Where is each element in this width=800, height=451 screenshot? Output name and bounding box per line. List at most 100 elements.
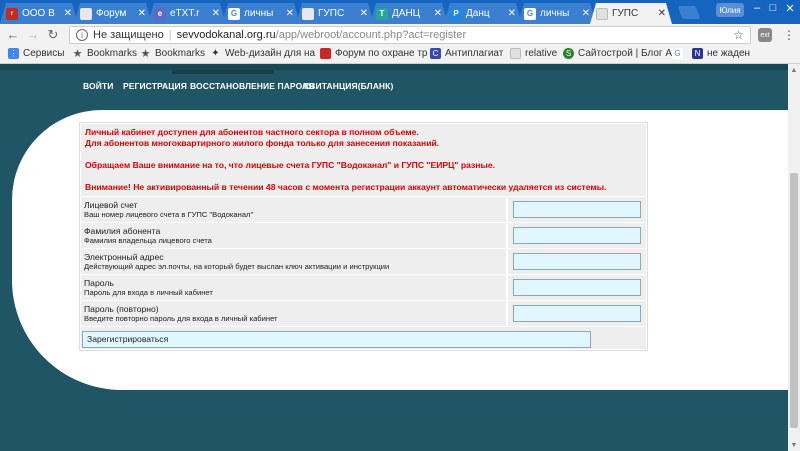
close-icon[interactable]: ✕ xyxy=(212,8,220,19)
close-icon[interactable]: ✕ xyxy=(658,8,666,19)
scrollbar-thumb[interactable] xyxy=(790,173,798,428)
tab-5[interactable]: ГУПС ✕ xyxy=(296,3,374,24)
page-icon xyxy=(320,48,331,59)
tab-6[interactable]: T ДАНЦ ✕ xyxy=(370,3,448,24)
nav-receipt-link[interactable]: КВИТАНЦИЯ(БЛАНК) xyxy=(304,81,393,91)
top-strip xyxy=(0,64,788,70)
reload-icon[interactable]: ↻ xyxy=(44,27,62,43)
bookmark-ne-zhaden[interactable]: N не жаден xyxy=(692,48,750,59)
p-icon: P xyxy=(450,8,462,20)
star-icon: ★ xyxy=(140,48,151,60)
bookmark-relative[interactable]: relative xyxy=(510,48,557,59)
close-icon[interactable]: ✕ xyxy=(64,8,72,19)
notice-block: Личный кабинет доступен для абонентов ча… xyxy=(81,124,646,196)
extension-icon[interactable]: ext xyxy=(758,28,772,42)
registration-form: Личный кабинет доступен для абонентов ча… xyxy=(79,122,648,351)
bookmark-google[interactable]: G xyxy=(672,48,687,59)
field-label: Лицевой счет xyxy=(84,200,138,210)
field-label: Электронный адрес xyxy=(84,252,164,262)
s-icon: S xyxy=(563,48,574,59)
page-content: ВОЙТИ РЕГИСТРАЦИЯ ВОССТАНОВЛЕНИЕ ПАРОЛЯ … xyxy=(0,64,788,451)
menu-dots-icon[interactable]: ⋮ xyxy=(783,28,795,42)
field-hint: Фамилия владельца лицевого счета xyxy=(84,236,212,245)
nav-register-link[interactable]: РЕГИСТРАЦИЯ xyxy=(123,81,187,91)
scroll-down-icon[interactable]: ▼ xyxy=(788,439,800,451)
field-label: Фамилия абонента xyxy=(84,226,161,236)
page-icon xyxy=(80,8,92,20)
nav-restore-password-link[interactable]: ВОССТАНОВЛЕНИЕ ПАРОЛЯ xyxy=(190,81,314,91)
bookmark-star-icon[interactable]: ☆ xyxy=(733,28,744,42)
info-icon[interactable]: i xyxy=(76,29,88,41)
field-hint: Ваш номер лицевого счета в ГУПС "Водокан… xyxy=(84,210,254,219)
notice-line-4: Внимание! Не активированный в течении 48… xyxy=(85,182,607,192)
close-window-icon[interactable]: ✕ xyxy=(781,2,799,15)
tab-4[interactable]: G личны ✕ xyxy=(222,3,300,24)
google-icon: G xyxy=(524,8,536,20)
new-tab-button[interactable] xyxy=(677,6,701,19)
user-profile-button[interactable]: Юлия xyxy=(716,3,744,17)
tab-9-active[interactable]: ГУПС ✕ xyxy=(590,3,672,24)
star-icon: ★ xyxy=(72,48,83,60)
register-button[interactable]: Зарегистрироваться xyxy=(82,330,591,348)
close-icon[interactable]: ✕ xyxy=(138,8,146,19)
surname-input[interactable] xyxy=(513,227,641,244)
field-hint: Пароль для входа в личный кабинет xyxy=(84,288,213,297)
address-bar[interactable]: i Не защищено | sevvodokanal.org.ru /app… xyxy=(69,26,751,44)
field-hint: Действующий адрес эл.почты, на который б… xyxy=(84,262,390,271)
page-icon xyxy=(302,8,314,20)
forward-arrow-icon[interactable]: → xyxy=(24,27,42,42)
t-icon: T xyxy=(376,8,388,20)
n-icon: N xyxy=(692,48,703,59)
bookmark-antiplagiat[interactable]: C Антиплагиат xyxy=(430,48,503,59)
email-input[interactable] xyxy=(513,253,641,270)
account-number-input[interactable] xyxy=(513,201,641,218)
etxt-icon: e xyxy=(154,8,166,20)
apps-icon: ⋮ xyxy=(8,48,19,59)
security-status: Не защищено xyxy=(93,29,164,41)
nav-login-link[interactable]: ВОЙТИ xyxy=(83,81,113,91)
bookmarks-bar: ⋮ Сервисы ★ Bookmarks ★ Bookmarks ✦ Web-… xyxy=(0,46,800,64)
url-path: /app/webroot/account.php?act=register xyxy=(275,29,467,41)
field-label: Пароль (повторно) xyxy=(84,304,159,314)
close-icon[interactable]: ✕ xyxy=(286,8,294,19)
field-hint: Введите повторно пароль для входа в личн… xyxy=(84,314,278,323)
bookmark-bookmarks-2[interactable]: ★ Bookmarks xyxy=(140,48,205,60)
tab-7[interactable]: P Данц ✕ xyxy=(444,3,522,24)
browser-toolbar: ← → ↻ i Не защищено | sevvodokanal.org.r… xyxy=(0,24,800,46)
tab-1[interactable]: r ООО В ✕ xyxy=(0,3,78,24)
bookmark-saitostroy[interactable]: S Сайтострой | Блог А xyxy=(563,48,672,59)
notice-line-2: Для абонентов многоквартирного жилого фо… xyxy=(85,138,440,148)
bookmark-bookmarks-1[interactable]: ★ Bookmarks xyxy=(72,48,137,60)
close-icon[interactable]: ✕ xyxy=(360,8,368,19)
scroll-up-icon[interactable]: ▲ xyxy=(788,64,800,76)
password-repeat-input[interactable] xyxy=(513,305,641,322)
submit-row: Зарегистрироваться xyxy=(81,327,646,349)
maximize-icon[interactable]: □ xyxy=(764,2,782,14)
close-icon[interactable]: ✕ xyxy=(434,8,442,19)
bookmark-forum[interactable]: Форум по охране тр xyxy=(320,48,428,59)
field-row-surname: Фамилия абонента Фамилия владельца лицев… xyxy=(81,223,646,248)
back-arrow-icon[interactable]: ← xyxy=(4,27,22,42)
notice-line-1: Личный кабинет доступен для абонентов ча… xyxy=(85,127,419,137)
bookmark-webdesign[interactable]: ✦ Web-дизайн для на xyxy=(210,48,315,59)
tab-2[interactable]: Форум ✕ xyxy=(74,3,152,24)
password-input[interactable] xyxy=(513,279,641,296)
page-icon xyxy=(596,8,608,20)
g-icon: G xyxy=(672,48,683,59)
url-host: sevvodokanal.org.ru xyxy=(176,29,276,41)
field-row-account: Лицевой счет Ваш номер лицевого счета в … xyxy=(81,197,646,222)
tab-8[interactable]: G личны ✕ xyxy=(518,3,596,24)
page-icon xyxy=(510,48,521,59)
bookmark-services[interactable]: ⋮ Сервисы xyxy=(8,48,64,59)
browser-tab-bar: r ООО В ✕ Форум ✕ e eTXT.r ✕ G личны ✕ Г… xyxy=(0,0,800,24)
notice-line-3: Обращаем Ваше внимание на то, что лицевы… xyxy=(85,160,495,170)
tab-3[interactable]: e eTXT.r ✕ xyxy=(148,3,226,24)
field-row-email: Электронный адрес Действующий адрес эл.п… xyxy=(81,249,646,274)
page-footer xyxy=(0,410,788,451)
address-separator: | xyxy=(168,29,172,41)
field-label: Пароль xyxy=(84,278,114,288)
page-scrollbar[interactable]: ▲ ▼ xyxy=(788,64,800,451)
close-icon[interactable]: ✕ xyxy=(508,8,516,19)
folder-icon: ✦ xyxy=(211,48,220,59)
close-icon[interactable]: ✕ xyxy=(582,8,590,19)
